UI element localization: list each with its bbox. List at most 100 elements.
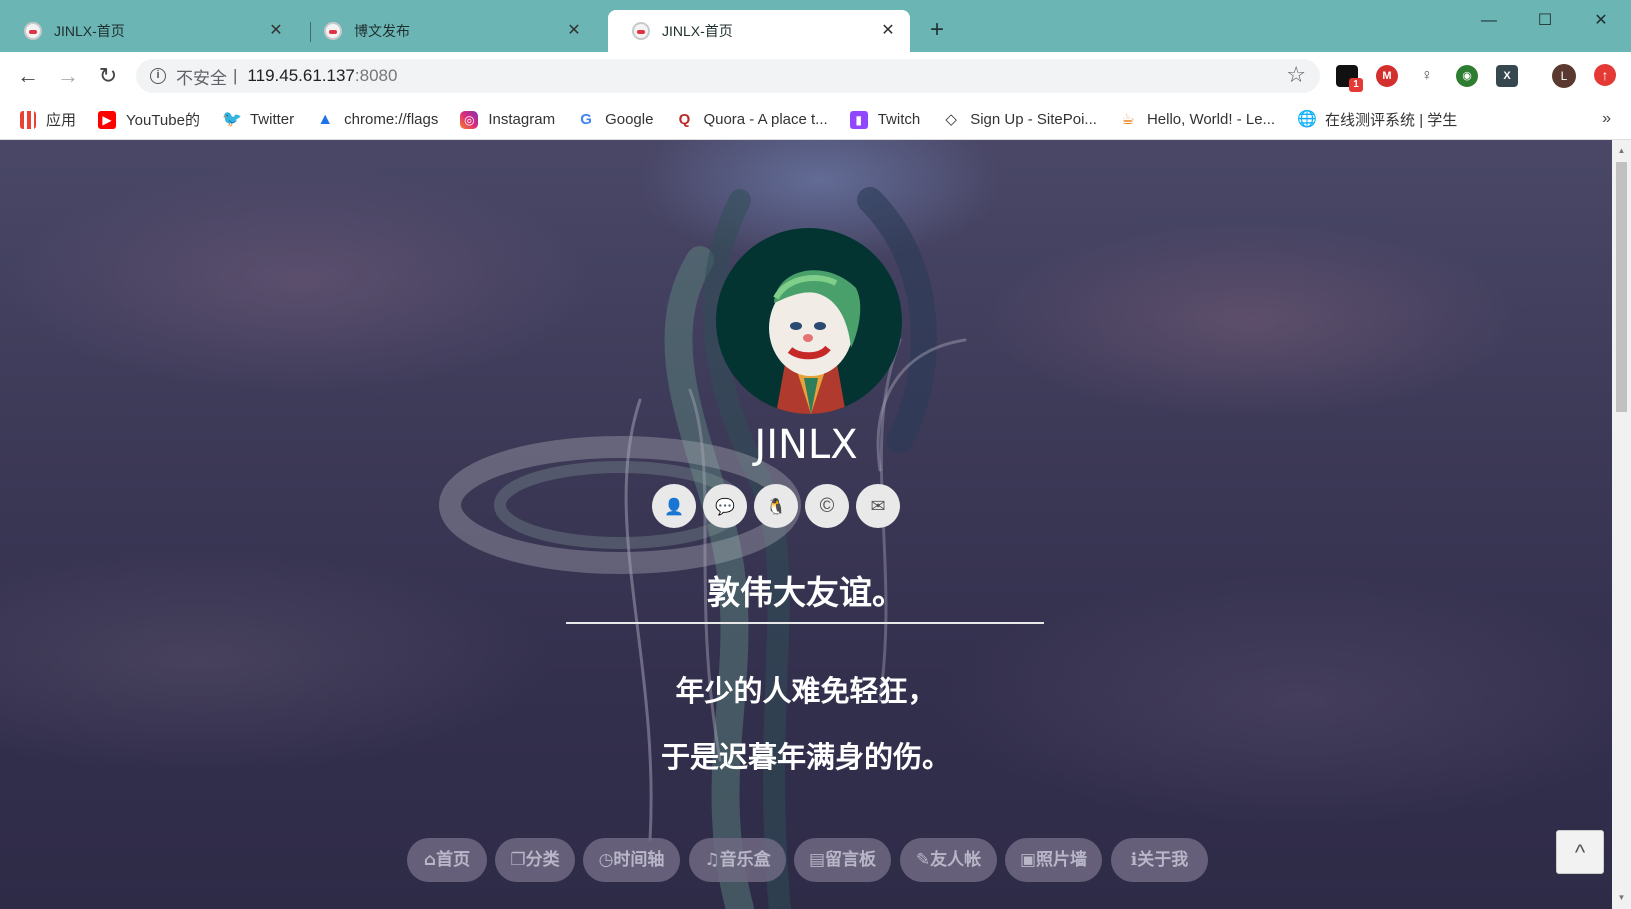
twitter-icon: 🐦 [221,110,242,128]
tab-1[interactable]: JINLX-首页 ✕ [0,10,298,52]
pencil-icon: ✎ [915,850,931,870]
tab-close-icon[interactable]: ✕ [266,21,286,41]
bookmark-label: Instagram [488,111,556,128]
update-arrow-icon[interactable]: ↑ [1594,64,1616,86]
bookmark-label: Twitter [249,111,295,128]
scroll-down-arrow-icon[interactable]: ▼ [1612,889,1631,907]
bookmark-quora[interactable]: Q Quora - A place t... [675,110,828,129]
extension-badge-count: 1 [1349,78,1363,92]
motto-heading: 敦伟大友谊。 [707,573,905,612]
copyright-icon[interactable]: © [805,484,849,528]
nav-home[interactable]: ⌂首页 [407,838,487,882]
bookmark-label: Google [605,111,654,128]
wechat-icon[interactable]: 💬 [703,484,747,528]
nav-label: 友人帐 [930,850,982,870]
bookmark-google[interactable]: G Google [577,111,653,129]
apps-grid-icon [20,110,36,129]
google-icon: G [580,110,592,128]
mega-extension-icon[interactable]: M [1376,65,1398,87]
bookmark-label: Quora - A place t... [703,111,828,128]
tab-label: JINLX-首页 [662,23,733,39]
bookmark-label: Sign Up - SitePoi... [970,111,1097,128]
scroll-thumb[interactable] [1616,162,1627,412]
tab-label: JINLX-首页 [54,23,125,39]
quora-icon: Q [678,110,691,128]
forward-arrow-icon[interactable]: → [52,60,84,92]
poem-line-1: 年少的人难免轻狂， [675,674,937,708]
nav-label: 音乐盒 [719,850,771,870]
tab-label: 博文发布 [354,23,410,39]
bookmark-label: chrome://flags [344,111,439,128]
bookmark-label: YouTube的 [126,112,200,129]
social-glyph: 👤 [664,499,684,516]
page-hero: JINLX 👤 💬 🐧 © ✉ 敦伟大友谊。 年少的人难免轻狂， 于是迟暮年满身… [0,140,1612,909]
site-favicon-icon [24,22,42,40]
qq-icon[interactable]: 🐧 [754,484,798,528]
social-glyph: ✉ [870,496,886,516]
nav-label: 留言板 [825,850,877,870]
bookmark-chrome-flags[interactable]: ▲ chrome://flags [316,111,438,129]
back-to-top-button[interactable]: ^ [1556,830,1604,874]
new-tab-button[interactable]: + [924,18,950,44]
tab-close-icon[interactable]: ✕ [564,21,584,41]
twitch-icon: ▮ [849,110,868,129]
joker-avatar-illustration [769,270,861,414]
tab-2[interactable]: 博文发布 ✕ [300,10,596,52]
bookmark-instagram[interactable]: ◎ Instagram [460,110,556,129]
bookmark-star-icon[interactable]: ☆ [1286,62,1306,88]
maximize-button[interactable]: ☐ [1520,6,1570,36]
extension-badge-icon[interactable]: 1 [1336,65,1363,92]
tab-close-icon[interactable]: ✕ [878,21,898,41]
nav-guestbook[interactable]: ▤留言板 [794,838,891,882]
page-scrollbar[interactable]: ▲ ▼ [1612,140,1631,909]
nav-friends[interactable]: ✎友人帐 [900,838,997,882]
envelope-icon[interactable]: ✉ [856,484,900,528]
bookmarks-bar: 应用 ▶ YouTube的 🐦 Twitter ▲ chrome://flags… [0,100,1631,140]
java-icon: ☕ [1121,110,1135,128]
minimize-button[interactable]: — [1464,6,1514,36]
reload-icon[interactable]: ↻ [92,60,124,92]
nav-category[interactable]: ❐分类 [495,838,575,882]
bookmark-java[interactable]: ☕ Hello, World! - Le... [1119,111,1275,129]
nav-about[interactable]: ℹ关于我 [1111,838,1208,882]
nav-music[interactable]: ♫音乐盒 [689,838,786,882]
close-window-button[interactable]: ✕ [1576,6,1626,36]
url-port: :8080 [354,66,398,85]
music-icon: ♫ [704,850,720,870]
site-title: JINLX [754,422,858,468]
nav-label: 时间轴 [613,850,665,870]
scroll-up-arrow-icon[interactable]: ▲ [1612,142,1631,160]
bookmark-label: Twitch [877,111,921,128]
user-icon[interactable]: 👤 [652,484,696,528]
poem-line-2: 于是迟暮年满身的伤。 [660,740,951,774]
bookmark-apps[interactable]: 应用 [20,109,76,130]
clock-icon: ◷ [598,850,614,870]
nav-photos[interactable]: ▣照片墙 [1005,838,1102,882]
instagram-icon: ◎ [460,110,479,129]
nav-timeline[interactable]: ◷时间轴 [583,838,680,882]
address-bar[interactable]: i 不安全 | 119.45.61.137 :8080 ☆ [136,59,1320,93]
globe-extension-icon[interactable]: ◉ [1456,65,1478,87]
bookmark-twitter[interactable]: 🐦 Twitter [222,111,294,129]
nav-label: 首页 [436,850,471,870]
bookmark-label: Hello, World! - Le... [1146,111,1276,128]
sitepoint-icon: ◇ [945,110,957,128]
browser-titlebar: JINLX-首页 ✕ 博文发布 ✕ JINLX-首页 ✕ + — ☐ ✕ [0,0,1631,52]
tab-3-active[interactable]: JINLX-首页 ✕ [608,10,910,52]
info-icon[interactable]: i [150,68,166,84]
nav-label: 分类 [525,850,560,870]
browser-toolbar: ← → ↻ i 不安全 | 119.45.61.137 :8080 ☆ 1 M … [0,52,1631,100]
bookmark-oj[interactable]: 🌐 在线测评系统 | 学生 [1297,109,1457,130]
bookmarks-overflow-icon[interactable]: » [1602,110,1611,128]
flask-icon: ▲ [317,110,334,128]
back-arrow-icon[interactable]: ← [12,60,44,92]
url-separator: | [233,66,238,85]
bookmark-twitch[interactable]: ▮ Twitch [849,110,921,129]
lightbulb-extension-icon[interactable]: ♀ [1416,65,1438,87]
x-extension-icon[interactable]: X [1496,65,1518,87]
site-favicon-icon [632,22,650,40]
bookmark-sitepoint[interactable]: ◇ Sign Up - SitePoi... [942,111,1097,129]
motto-divider [566,622,1044,624]
bookmark-youtube[interactable]: ▶ YouTube的 [98,109,200,130]
profile-avatar[interactable]: L [1552,64,1576,88]
